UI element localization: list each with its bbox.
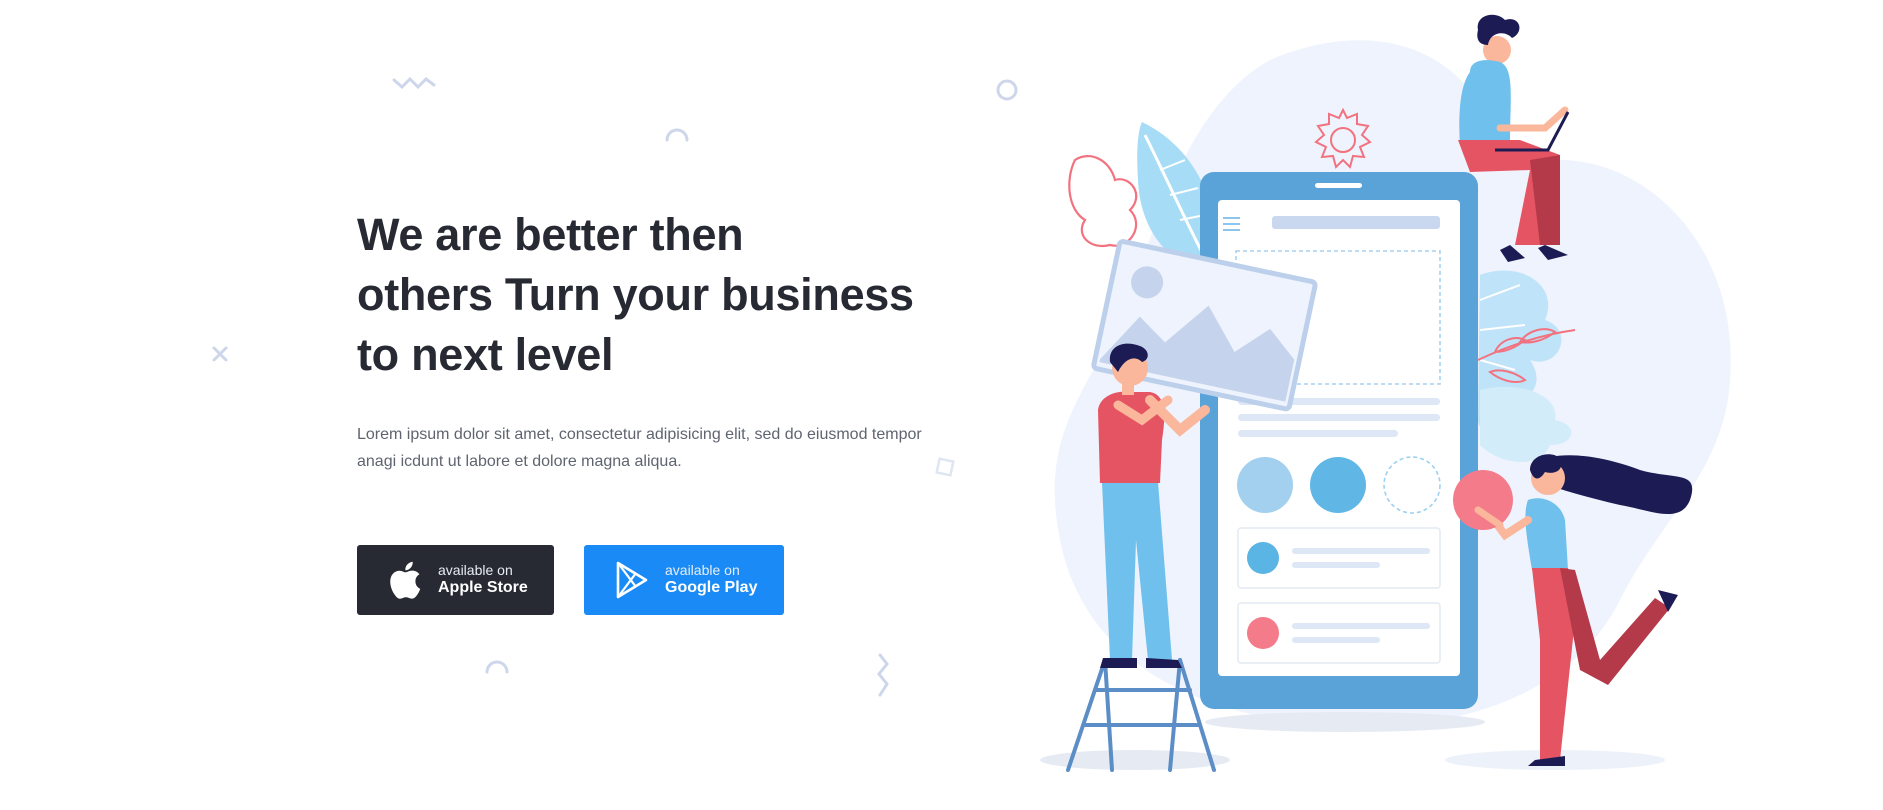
apple-store-button[interactable]: available on Apple Store [357, 545, 554, 615]
apple-icon [387, 560, 423, 600]
store-name-label: Google Play [665, 579, 758, 596]
arc-decoration-2 [485, 660, 509, 674]
store-buttons: available on Apple Store available on Go… [357, 545, 957, 615]
hero-content: We are better then others Turn your busi… [357, 205, 957, 615]
google-play-button[interactable]: available on Google Play [584, 545, 784, 615]
hero-title: We are better then others Turn your busi… [357, 205, 957, 385]
google-play-text: available on Google Play [665, 562, 757, 598]
hero-title-line: We are better then [357, 209, 744, 260]
hero-section: We are better then others Turn your busi… [0, 0, 1883, 810]
hero-description-line: Lorem ipsum dolor sit amet, consectetur … [357, 426, 922, 443]
hero-title-line: to next level [357, 329, 614, 380]
store-name-label: Apple Store [438, 579, 528, 596]
leaf-outline-pink [1068, 154, 1138, 248]
apple-store-text: available on Apple Store [438, 562, 528, 598]
hero-description: Lorem ipsum dolor sit amet, consectetur … [357, 421, 937, 475]
hero-title-line: others Turn your business [357, 269, 914, 320]
phone-shadow [1205, 712, 1485, 732]
zigzag-decoration [877, 653, 889, 697]
google-play-icon [614, 560, 650, 600]
cross-decoration [212, 346, 228, 362]
circle-decoration [996, 79, 1018, 101]
store-small-label: available on [665, 562, 740, 578]
arc-decoration [665, 128, 689, 142]
squiggle-decoration [392, 76, 436, 90]
store-small-label: available on [438, 562, 513, 578]
hero-description-line: anagi icdunt ut labore et dolore magna a… [357, 453, 682, 470]
hero-illustration [1040, 14, 1731, 772]
